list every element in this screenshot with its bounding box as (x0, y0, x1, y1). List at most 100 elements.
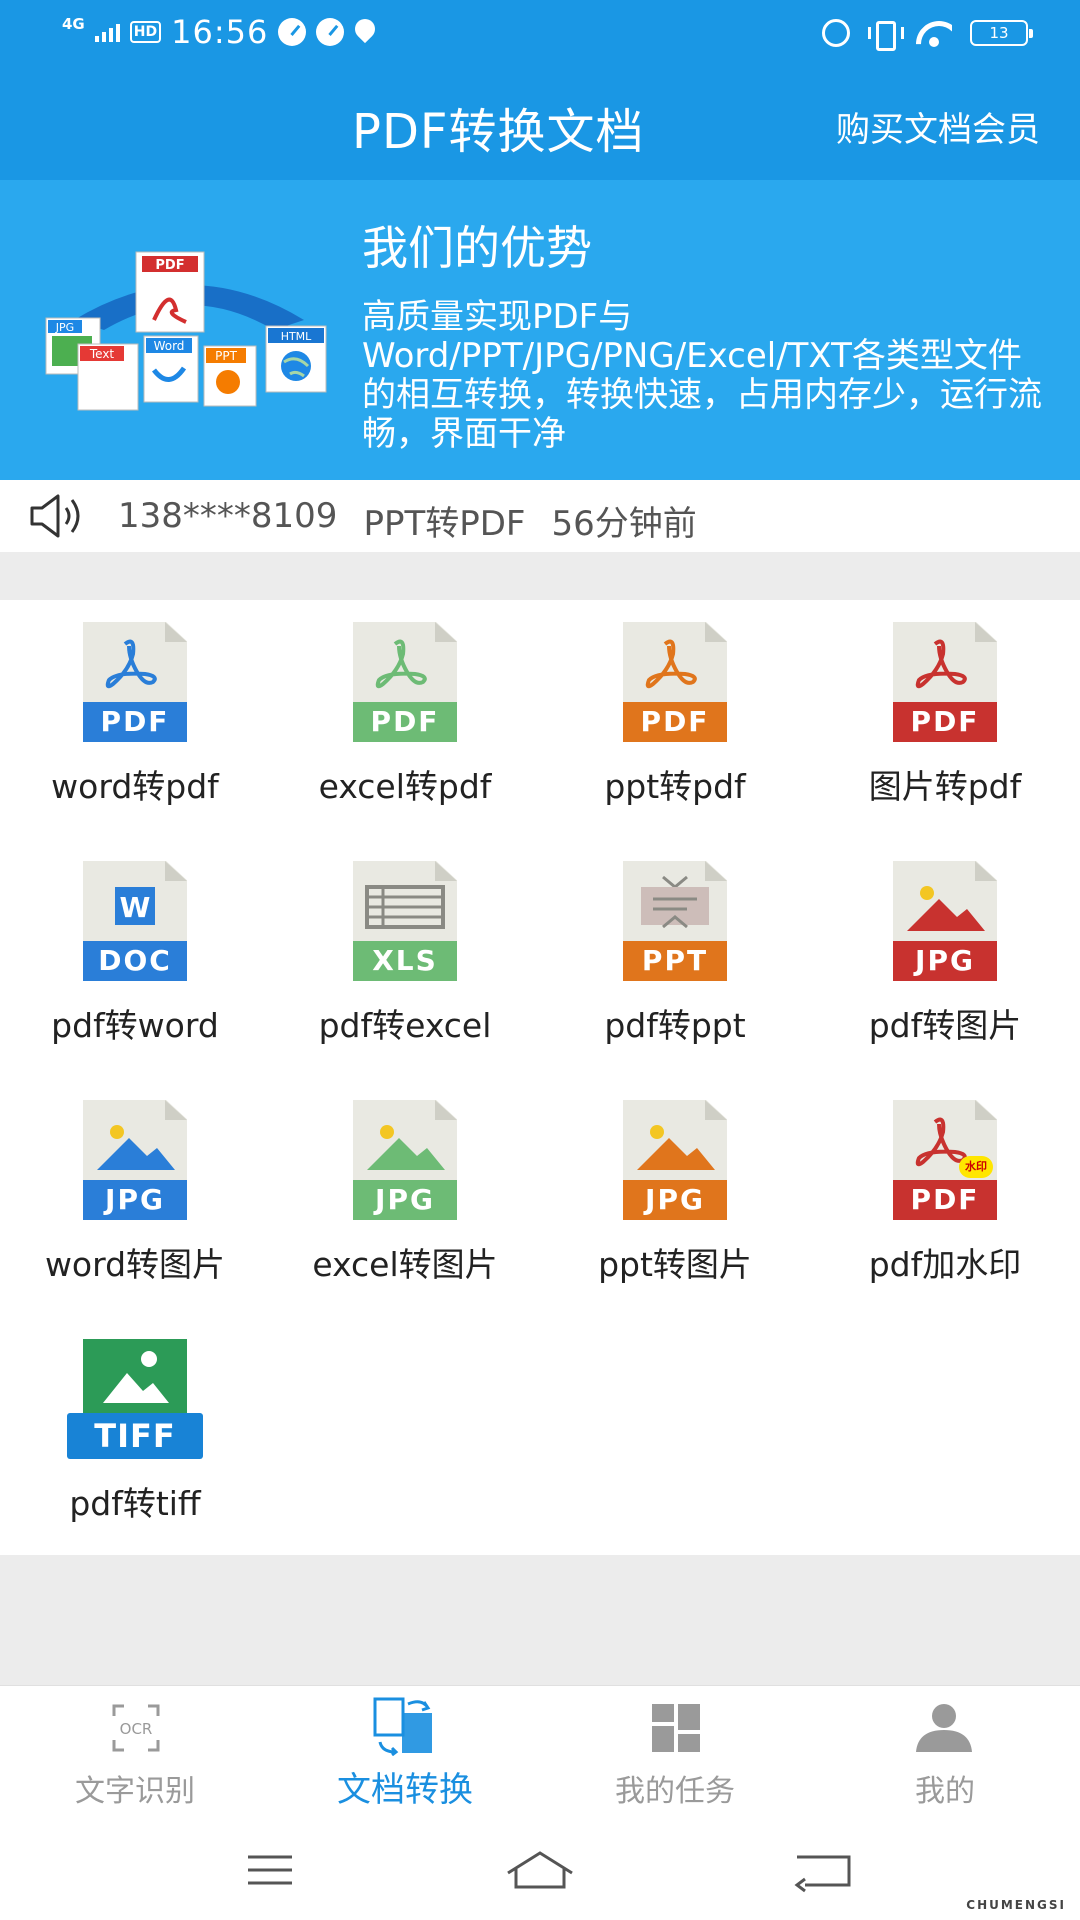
pdf-icon: PDF (893, 622, 997, 742)
advantages-description: 高质量实现PDF与Word/PPT/JPG/PNG/Excel/TXT各类型文件… (362, 297, 1042, 454)
format-label: PPT (623, 941, 727, 981)
format-label: PDF (893, 1180, 997, 1220)
tool-label: ppt转pdf (604, 767, 746, 806)
tool-label: excel转pdf (318, 767, 492, 806)
buy-membership-button[interactable]: 购买文档会员 (836, 102, 1040, 151)
nav-ocr[interactable]: OCR 文字识别 (0, 1686, 270, 1818)
jpg-image-icon: JPG (83, 1100, 187, 1220)
tool-label: 图片转pdf (868, 767, 1022, 806)
banner-text-label: Text (89, 347, 115, 361)
grid-tasks-icon (652, 1704, 700, 1752)
document-convert-icon (373, 1697, 432, 1756)
jpg-image-icon: JPG (893, 861, 997, 981)
tool-excel--9[interactable]: JPG excel转图片 (270, 1078, 540, 1298)
tiff-image-icon: TIFF (67, 1339, 203, 1459)
tool-label: pdf转excel (318, 1006, 492, 1045)
banner-word-label: Word (154, 339, 185, 353)
tool-label: pdf转word (51, 1006, 219, 1045)
format-label: JPG (893, 941, 997, 981)
format-label: PDF (353, 702, 457, 742)
watermark: CHUMENGSI (966, 1898, 1066, 1912)
ocr-icon-text: OCR (120, 1720, 153, 1738)
svg-text:W: W (120, 891, 151, 924)
tool--pdf-3[interactable]: PDF 图片转pdf (810, 600, 1080, 820)
home-icon[interactable] (500, 1845, 580, 1895)
nav-profile[interactable]: 我的 (810, 1686, 1080, 1818)
tool-label: word转pdf (51, 767, 219, 806)
banner-ppt-label: PPT (215, 349, 237, 363)
pdf-watermark-icon: PDF 水印 (893, 1100, 997, 1220)
battery-icon: 13 (970, 20, 1033, 46)
app-header: 4G HD 16:56 13 PDF转换文档 购买文档会员 (0, 0, 1080, 180)
user-icon (916, 1704, 972, 1752)
hd-badge: HD (129, 21, 162, 43)
back-icon[interactable] (785, 1845, 865, 1895)
menu-icon[interactable] (230, 1845, 310, 1895)
ppt-icon: PPT (623, 861, 727, 981)
notice-bar: 138****8109 PPT转PDF 56分钟前 (0, 480, 1080, 552)
format-label: XLS (353, 941, 457, 981)
tool-pdf-ppt-6[interactable]: PPT pdf转ppt (540, 839, 810, 1059)
location-icon (354, 19, 376, 45)
nav-my-tasks[interactable]: 我的任务 (540, 1686, 810, 1818)
nav-my-tasks-label: 我的任务 (615, 1774, 735, 1809)
file-formats-illustration: PDF JPG Text Word PPT HTML (45, 251, 327, 411)
excel-xls-icon: XLS (353, 861, 457, 981)
wifi-icon (916, 19, 952, 47)
tool-label: excel转图片 (312, 1245, 498, 1284)
tool-label: pdf转图片 (868, 1006, 1022, 1045)
format-label: JPG (353, 1180, 457, 1220)
format-label: JPG (83, 1180, 187, 1220)
tools-grid: PDF word转pdf PDF excel转pdf PDF ppt转pdf PDF 图片转p… (0, 600, 1080, 1555)
status-bar: 4G HD 16:56 13 (0, 0, 1080, 66)
format-label: PDF (893, 702, 997, 742)
notice-time: 56分钟前 (551, 504, 697, 544)
tool-label: word转图片 (44, 1245, 226, 1284)
nav-profile-label: 我的 (915, 1774, 975, 1809)
pdf-icon: PDF (83, 622, 187, 742)
tool-excel-pdf-1[interactable]: PDF excel转pdf (270, 600, 540, 820)
nav-document-convert[interactable]: 文档转换 (270, 1686, 540, 1818)
banner-html-label: HTML (281, 330, 312, 343)
banner-pdf-label: PDF (155, 258, 184, 273)
jpg-image-icon: JPG (623, 1100, 727, 1220)
format-label: PDF (83, 702, 187, 742)
notice-action: PPT转PDF (363, 504, 526, 544)
tool-label: ppt转图片 (598, 1245, 752, 1284)
watermark-badge: 水印 (959, 1156, 993, 1178)
format-label: DOC (83, 941, 187, 981)
tool-pdf-excel-5[interactable]: XLS pdf转excel (270, 839, 540, 1059)
tool-pdf-word-4[interactable]: W DOC pdf转word (0, 839, 270, 1059)
vibrate-icon (868, 19, 904, 51)
network-type: 4G (62, 14, 85, 33)
nav-ocr-label: 文字识别 (75, 1774, 195, 1809)
pdf-icon: PDF (353, 622, 457, 742)
advantages-title: 我们的优势 (362, 221, 592, 275)
tool-label: pdf转tiff (69, 1484, 201, 1523)
word-doc-icon: W DOC (83, 861, 187, 981)
format-label: TIFF (67, 1413, 203, 1459)
tool-ppt--10[interactable]: JPG ppt转图片 (540, 1078, 810, 1298)
pdf-icon: PDF (623, 622, 727, 742)
alarm-icon (822, 19, 850, 47)
signal-icon (94, 22, 120, 42)
tool-label: pdf转ppt (604, 1006, 746, 1045)
page-title: PDF转换文档 (352, 104, 645, 160)
advantages-banner: PDF JPG Text Word PPT HTML 我们的优势 高质量实现PD… (0, 180, 1080, 480)
notice-phone: 138****8109 (118, 496, 338, 536)
nav-document-convert-label: 文档转换 (337, 1770, 473, 1810)
bottom-nav: OCR 文字识别 文档转换 我的任务 我的 (0, 1685, 1080, 1817)
tool-pdf--7[interactable]: JPG pdf转图片 (810, 839, 1080, 1059)
speaker-icon (30, 494, 80, 538)
tool-word--8[interactable]: JPG word转图片 (0, 1078, 270, 1298)
speed-icon (278, 18, 307, 46)
clock: 16:56 (171, 13, 269, 51)
tool-ppt-pdf-2[interactable]: PDF ppt转pdf (540, 600, 810, 820)
banner-jpg-label: JPG (55, 321, 74, 334)
ocr-icon: OCR (112, 1704, 160, 1752)
tool-pdf--11[interactable]: PDF 水印 pdf加水印 (810, 1078, 1080, 1298)
tool-label: pdf加水印 (868, 1245, 1022, 1284)
tool-word-pdf-0[interactable]: PDF word转pdf (0, 600, 270, 820)
gauge-icon (316, 18, 345, 46)
tool-pdf-tiff-12[interactable]: TIFF pdf转tiff (0, 1317, 270, 1537)
